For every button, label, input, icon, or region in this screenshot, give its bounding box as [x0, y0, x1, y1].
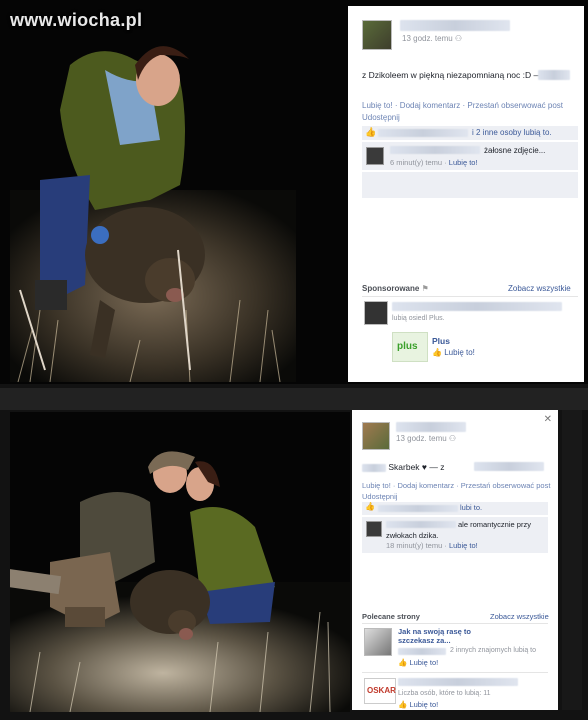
right-dim-strip: [562, 410, 582, 710]
top-photo: [10, 10, 296, 382]
recommended-page1-avatar[interactable]: [364, 628, 392, 656]
comment-time-2: 18 minut(y) temu · Lubię to!: [386, 541, 478, 550]
thumbs-up-icon: 👍: [365, 127, 377, 137]
post-text-2: Skarbek ♥ — z: [362, 462, 444, 472]
post-actions-line1[interactable]: Lubię to! · Dodaj komentarz · Przestań o…: [362, 100, 582, 112]
post-prefix-redacted: [362, 463, 386, 472]
recommended-divider-2: [362, 672, 548, 673]
recommended-title: Polecane strony: [362, 612, 420, 621]
commenter-avatar-2[interactable]: [366, 521, 382, 537]
recommended-page2-count: Liczba osób, które to lubią: 11: [398, 690, 491, 697]
share-link[interactable]: Udostępnij: [362, 112, 582, 124]
post-actions-2[interactable]: Lubię to! · Dodaj komentarz · Przestań o…: [362, 480, 558, 502]
post-text: z Dzikoleem w piękną niezapomnianą noc :…: [362, 70, 549, 80]
comment-input-area[interactable]: [362, 172, 578, 198]
comment-box-2: ale romantycznie przy zwłokach dzika. 18…: [362, 517, 548, 553]
tagged-name-redacted[interactable]: [538, 70, 570, 80]
close-icon[interactable]: ✕: [544, 414, 552, 425]
recommended-page1-like[interactable]: 👍 Lubię to!: [398, 658, 438, 667]
likes-box-2: 👍 lubi to.: [362, 502, 548, 515]
likers-redacted-2[interactable]: [378, 505, 458, 512]
oskar-logo-text: OSKAR: [367, 686, 396, 695]
comment-text: żałosne zdjęcie...: [484, 146, 546, 155]
sponsored-friends-redacted[interactable]: [392, 302, 562, 311]
thumbs-up-icon: 👍: [432, 348, 442, 357]
comment-like-link-2[interactable]: Lubię to!: [449, 541, 478, 550]
comment-like-link[interactable]: Lubię to!: [449, 158, 478, 167]
recommended-page2-like[interactable]: 👍 Lubię to!: [398, 700, 438, 709]
plus-logo[interactable]: Plus: [392, 332, 428, 362]
plus-logo-text: Plus: [397, 341, 418, 352]
dimmed-top-bar: [0, 388, 588, 410]
sponsored-like-button[interactable]: 👍 Lubię to!: [432, 348, 475, 357]
bottom-facebook-sidebar: ✕ 13 godz. temu ⚇ Skarbek ♥ — z Lubię to…: [352, 410, 558, 710]
poster-avatar-2[interactable]: [362, 422, 390, 450]
top-screenshot-panel: 13 godz. temu ⚇ z Dzikoleem w piękną nie…: [0, 0, 588, 384]
share-link-2[interactable]: Udostępnij: [362, 491, 558, 502]
recommended-page1-title[interactable]: Jak na swoją rasę to szczekasz za...: [398, 627, 471, 645]
site-watermark: www.wiocha.pl: [10, 10, 143, 30]
recommended-page2-name-redacted[interactable]: [398, 678, 518, 686]
sponsored-title: Sponsorowane ⚑: [362, 284, 429, 293]
top-facebook-sidebar: 13 godz. temu ⚇ z Dzikoleem w piękną nie…: [348, 6, 584, 382]
comment-text-2-cont: zwłokach dzika.: [386, 531, 439, 540]
poster-avatar[interactable]: [362, 20, 392, 50]
commenter-avatar[interactable]: [366, 147, 384, 165]
likes-box: 👍 i 2 inne osoby lubią to.: [362, 126, 578, 140]
post-actions[interactable]: Lubię to! · Dodaj komentarz · Przestań o…: [362, 100, 582, 124]
hunter-photo-image: [10, 10, 296, 382]
likes-text[interactable]: i 2 inne osoby lubią to.: [472, 128, 552, 137]
likers-redacted[interactable]: [378, 129, 468, 137]
thumbs-up-icon: 👍: [398, 700, 408, 709]
sponsored-friend-avatar[interactable]: [364, 301, 388, 325]
couple-photo-image: [10, 412, 350, 712]
comment-time: 6 minut(y) temu · Lubię to!: [390, 158, 478, 167]
commenter-name-redacted-2[interactable]: [386, 521, 456, 528]
likes-text-2[interactable]: lubi to.: [460, 503, 482, 512]
sponsored-liked-by: lubią osiedl Plus.: [392, 315, 445, 322]
recommended-page1-friends: 2 innych znajomych lubią to: [450, 647, 536, 654]
recommended-see-all[interactable]: Zobacz wszystkie: [490, 612, 549, 621]
recommended-page2-logo[interactable]: OSKAR: [364, 678, 396, 704]
sponsored-brand-link[interactable]: Plus: [432, 336, 450, 346]
comment-box: żałosne zdjęcie... 6 minut(y) temu · Lub…: [362, 142, 578, 170]
tagged-name-redacted-2[interactable]: [474, 462, 544, 471]
poster-name-redacted[interactable]: [400, 20, 510, 31]
poster-name-redacted-2[interactable]: [396, 422, 466, 432]
bottom-photo: [10, 412, 350, 712]
thumbs-up-icon: 👍: [365, 502, 375, 511]
recommended-page1-friend-redacted[interactable]: [398, 648, 446, 655]
commenter-name-redacted[interactable]: [390, 146, 480, 154]
sponsored-see-all[interactable]: Zobacz wszystkie: [508, 284, 571, 293]
post-time[interactable]: 13 godz. temu ⚇: [402, 34, 462, 43]
recommended-divider: [362, 623, 548, 624]
post-actions-line1-2[interactable]: Lubię to! · Dodaj komentarz · Przestań o…: [362, 480, 558, 491]
sponsored-icon: ⚑: [421, 284, 429, 293]
post-time-2[interactable]: 13 godz. temu ⚇: [396, 434, 456, 443]
thumbs-up-icon: 👍: [398, 658, 408, 667]
comment-text-2: ale romantycznie przy: [458, 520, 531, 529]
sponsored-divider: [362, 296, 578, 297]
bottom-screenshot-panel: ✕ 13 godz. temu ⚇ Skarbek ♥ — z Lubię to…: [0, 384, 588, 720]
